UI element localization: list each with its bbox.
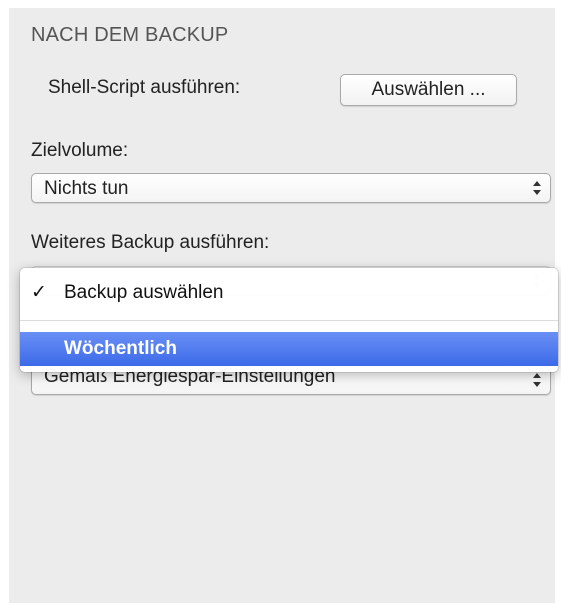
window-background: NACH DEM BACKUP Shell-Script ausführen: … bbox=[0, 0, 561, 607]
further-backup-menu: ✓ Backup auswählen Wöchentlich bbox=[20, 268, 558, 372]
menu-item-label: Backup auswählen bbox=[64, 282, 224, 303]
target-volume-select[interactable]: Nichts tun bbox=[31, 173, 551, 203]
target-volume-label: Zielvolume: bbox=[31, 140, 129, 161]
menu-item-woechentlich[interactable]: Wöchentlich bbox=[20, 332, 558, 366]
menu-separator bbox=[20, 320, 558, 321]
select-script-button[interactable]: Auswählen ... bbox=[340, 74, 517, 106]
further-backup-label: Weiteres Backup ausführen: bbox=[31, 232, 270, 253]
section-title: NACH DEM BACKUP bbox=[31, 24, 229, 46]
up-down-arrows-icon bbox=[533, 181, 541, 195]
shell-script-label: Shell-Script ausführen: bbox=[48, 77, 241, 98]
menu-item-label: Wöchentlich bbox=[64, 338, 177, 359]
target-volume-value: Nichts tun bbox=[44, 178, 129, 199]
checkmark-icon: ✓ bbox=[31, 282, 47, 303]
menu-item-backup-auswaehlen[interactable]: ✓ Backup auswählen bbox=[20, 268, 558, 318]
up-down-arrows-icon bbox=[533, 373, 541, 387]
